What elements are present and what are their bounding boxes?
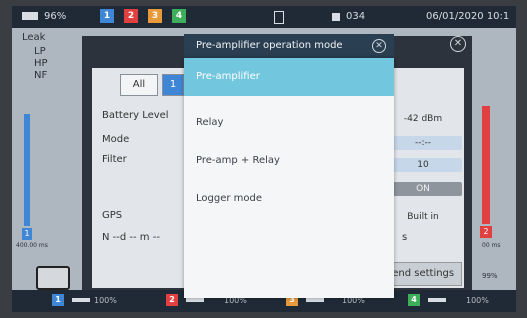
device-frame: 96% 1 2 3 4 034 06/01/2020 10:1 Leak LP … <box>0 0 527 318</box>
tab-channel-1[interactable]: 1 <box>162 74 184 96</box>
gps-toggle[interactable]: ON <box>384 182 462 196</box>
option-label: Relay <box>196 117 224 128</box>
filter-hp: HP <box>34 58 48 69</box>
bottom-channel-4[interactable]: 4 <box>408 294 420 306</box>
option-label: Logger mode <box>196 193 263 204</box>
channel-2-indicator[interactable]: 2 <box>124 9 138 23</box>
signal-icon <box>186 298 204 302</box>
mode-value[interactable]: --:-- <box>384 136 462 150</box>
filter-value[interactable]: 10 <box>384 158 462 172</box>
bottom-percent-1: 100% <box>94 296 117 305</box>
option-pre-amp-relay[interactable]: Pre-amp + Relay <box>184 142 394 180</box>
bottom-channel-2[interactable]: 2 <box>166 294 178 306</box>
bottom-channel-1[interactable]: 1 <box>52 294 64 306</box>
battery-level-value: -42 dBm <box>403 114 443 124</box>
modal-title: Pre-amplifier operation mode <box>196 40 343 51</box>
storage-count: 034 <box>346 11 366 22</box>
status-bar: 96% 1 2 3 4 034 06/01/2020 10:1 <box>12 6 516 28</box>
signal-icon <box>306 298 324 302</box>
left-time: 400.00 ms <box>16 242 48 249</box>
battery-percent: 96% <box>44 11 67 22</box>
leak-label: Leak <box>22 32 46 43</box>
channel-1-side-badge: 1 <box>22 228 32 240</box>
signal-icon <box>428 298 446 302</box>
option-pre-amplifier[interactable]: Pre-amplifier <box>184 58 394 96</box>
memory-icon <box>274 11 284 24</box>
speaker-icon[interactable] <box>36 266 70 290</box>
option-logger-mode[interactable]: Logger mode <box>184 180 394 218</box>
signal-icon <box>72 298 90 302</box>
tab-all[interactable]: All <box>120 74 158 96</box>
channel-2-side-badge: 2 <box>480 226 492 238</box>
filter-lp: LP <box>34 46 46 57</box>
battery-level-label: Battery Level <box>102 110 169 121</box>
filter-nf: NF <box>34 70 48 81</box>
channel-3-indicator[interactable]: 3 <box>148 9 162 23</box>
right-time: 00 ms <box>482 242 501 249</box>
settings-close-icon[interactable]: ✕ <box>450 36 466 52</box>
device-screen: 96% 1 2 3 4 034 06/01/2020 10:1 Leak LP … <box>12 6 516 312</box>
option-label: Pre-amp + Relay <box>196 155 280 166</box>
modal-header: Pre-amplifier operation mode ✕ <box>184 34 394 58</box>
gps-label: GPS <box>102 210 123 221</box>
right-percent: 99% <box>482 272 498 280</box>
modal-close-icon[interactable]: ✕ <box>372 39 386 53</box>
gps-value: Built in <box>407 212 439 222</box>
channel-1-indicator[interactable]: 1 <box>100 9 114 23</box>
datetime: 06/01/2020 10:1 <box>426 11 510 22</box>
channel-4-indicator[interactable]: 4 <box>172 9 186 23</box>
battery-icon <box>22 12 38 20</box>
storage-icon <box>332 13 340 21</box>
option-label: Pre-amplifier <box>196 71 260 82</box>
coordinates-label: N --d -- m -- <box>102 232 160 243</box>
mode-label: Mode <box>102 134 130 145</box>
channel-2-level-bar <box>482 106 490 224</box>
coord-suffix: s <box>402 232 408 243</box>
mode-option-list: Pre-amplifier Relay Pre-amp + Relay Logg… <box>184 58 394 298</box>
bottom-percent-4: 100% <box>466 296 489 305</box>
channel-1-level-bar <box>24 114 30 226</box>
option-relay[interactable]: Relay <box>184 104 394 142</box>
filter-label: Filter <box>102 154 127 165</box>
